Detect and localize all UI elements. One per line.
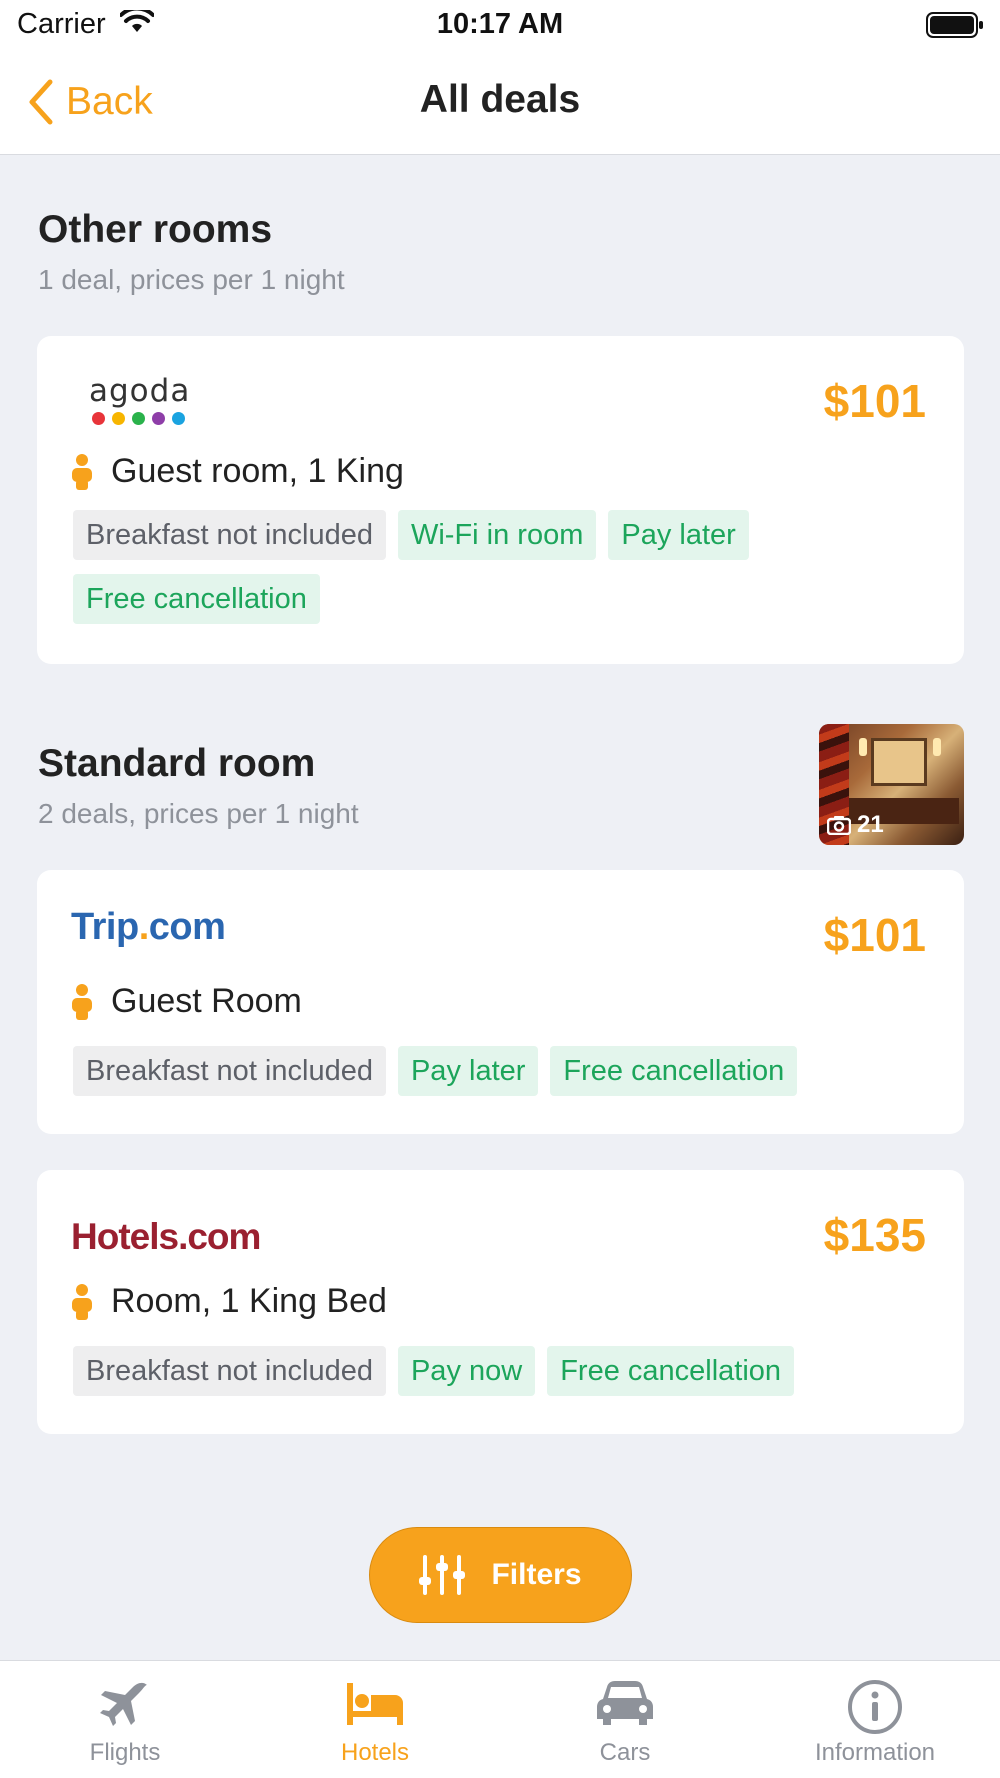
tab-label: Flights — [89, 1739, 161, 1766]
tag-breakfast: Breakfast not included — [73, 1046, 386, 1096]
nav-bar: Back All deals — [0, 60, 1000, 144]
deal-price: $101 — [823, 375, 926, 427]
page-title: All deals — [419, 78, 581, 121]
tab-label: Hotels — [340, 1739, 410, 1766]
deal-price: $135 — [823, 1209, 926, 1261]
bed-icon — [347, 1683, 403, 1725]
deal-tags: Breakfast not included Pay now Free canc… — [73, 1346, 928, 1396]
header: Carrier 10:17 AM Back All deals — [0, 0, 1000, 155]
plane-icon — [100, 1682, 147, 1726]
photo-count: 21 — [827, 811, 884, 839]
tab-cars[interactable]: Cars — [500, 1661, 750, 1778]
tag-breakfast: Breakfast not included — [73, 1346, 386, 1396]
deal-card-hotelscom[interactable]: Hotels.com $135 Room, 1 King Bed Breakfa… — [37, 1170, 964, 1434]
tag-cancellation: Free cancellation — [550, 1046, 798, 1096]
section-title: Other rooms — [38, 208, 273, 251]
filters-label: Filters — [491, 1558, 582, 1591]
camera-icon — [827, 816, 851, 835]
tab-bar: Flights Hotels Cars Information — [0, 1660, 1000, 1778]
car-icon — [597, 1681, 653, 1725]
section-subtitle: 2 deals, prices per 1 night — [38, 798, 359, 829]
clock: 10:17 AM — [436, 8, 564, 40]
tab-flights[interactable]: Flights — [0, 1661, 250, 1778]
tab-information[interactable]: Information — [750, 1661, 1000, 1778]
tab-label: Cars — [599, 1739, 651, 1766]
deal-tags: Breakfast not included Pay later Free ca… — [73, 1046, 928, 1096]
tag-pay: Pay later — [397, 1046, 539, 1096]
battery-icon — [926, 12, 984, 38]
info-icon — [848, 1680, 902, 1734]
room-type: Guest Room — [71, 982, 302, 1021]
room-type-label: Guest room, 1 King — [111, 452, 404, 490]
tag-wifi: Wi-Fi in room — [397, 510, 597, 560]
room-photo[interactable]: 21 — [819, 724, 964, 845]
filters-button[interactable]: Filters — [369, 1527, 632, 1623]
status-bar: Carrier 10:17 AM — [0, 0, 1000, 50]
person-icon — [72, 983, 92, 1020]
room-type: Room, 1 King Bed — [71, 1282, 387, 1321]
room-type: Guest room, 1 King — [71, 452, 404, 491]
hotelscom-logo: Hotels.com — [71, 1216, 261, 1257]
deal-card-tripcom[interactable]: Trip.com $101 Guest Room Breakfast not i… — [37, 870, 964, 1134]
deal-card-agoda[interactable]: agoda $101 Guest room, 1 King Breakfast … — [37, 336, 964, 664]
section-subtitle: 1 deal, prices per 1 night — [38, 264, 345, 295]
section-title: Standard room — [38, 742, 316, 785]
room-type-label: Room, 1 King Bed — [111, 1282, 387, 1320]
person-icon — [72, 1283, 92, 1320]
tab-label: Information — [814, 1739, 936, 1766]
room-type-label: Guest Room — [111, 982, 302, 1020]
person-icon — [72, 453, 92, 490]
tag-pay: Pay later — [608, 510, 749, 560]
tripcom-logo: Trip.com — [71, 906, 226, 948]
tag-pay: Pay now — [397, 1346, 536, 1396]
tag-cancellation: Free cancellation — [547, 1346, 795, 1396]
sliders-icon — [419, 1555, 466, 1595]
tag-breakfast: Breakfast not included — [73, 510, 386, 560]
tag-cancellation: Free cancellation — [73, 574, 320, 624]
tab-hotels[interactable]: Hotels — [250, 1661, 500, 1778]
agoda-logo: agoda — [89, 376, 199, 432]
deal-tags: Breakfast not included Wi-Fi in room Pay… — [73, 510, 928, 624]
deal-price: $101 — [823, 909, 926, 961]
